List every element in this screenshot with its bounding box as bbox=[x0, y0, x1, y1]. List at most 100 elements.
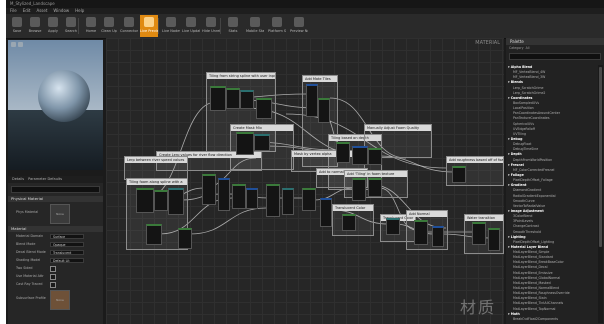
material-node[interactable] bbox=[240, 90, 254, 109]
material-node[interactable] bbox=[472, 222, 486, 245]
comment-title: Add Normal bbox=[407, 211, 447, 217]
material-graph[interactable]: MATERIAL 材质 Tiling from string spline wi… bbox=[106, 38, 504, 324]
browse-icon bbox=[30, 17, 40, 27]
toolbar-clean-up-button[interactable]: Clean Up bbox=[100, 15, 118, 37]
tab-parameter-defaults[interactable]: Parameter Defaults bbox=[28, 176, 62, 183]
palette-search-input[interactable] bbox=[509, 53, 601, 60]
clean-up-icon bbox=[104, 17, 114, 27]
toolbar-button-label: Connectors bbox=[120, 29, 138, 33]
toolbar-mobile-stats-button[interactable]: Mobile Stats bbox=[246, 15, 264, 37]
material-node[interactable] bbox=[136, 188, 154, 213]
property-row: Shading Model Default Lit bbox=[8, 256, 103, 264]
toolbar-stats-button[interactable]: Stats bbox=[224, 15, 242, 37]
material-node[interactable] bbox=[226, 88, 240, 109]
palette-scrollbar[interactable] bbox=[598, 65, 603, 323]
checkbox-label: Cast Ray Traced bbox=[16, 282, 43, 286]
graph-comment-box[interactable]: Lerp between river speed values bbox=[124, 156, 188, 180]
material-node[interactable] bbox=[432, 226, 444, 247]
toolbar-live-nodes-button[interactable]: Live Nodes bbox=[162, 15, 180, 37]
property-label: Shading Model bbox=[16, 258, 41, 262]
subsurface-thumbnail[interactable]: None bbox=[50, 290, 70, 310]
palette-category-select[interactable]: All bbox=[526, 46, 530, 50]
viewport-menu-icon[interactable] bbox=[11, 42, 16, 47]
toolbar-button-label: Apply bbox=[48, 29, 58, 33]
toolbar-live-preview-button[interactable]: Live Preview bbox=[140, 15, 158, 37]
material-node[interactable] bbox=[352, 146, 368, 165]
subsurface-label: Subsurface Profile bbox=[16, 296, 46, 300]
phys-material-thumbnail[interactable]: None bbox=[50, 204, 70, 224]
toolbar-apply-button[interactable]: Apply bbox=[44, 15, 62, 37]
phys-material-label: Phys Material bbox=[16, 210, 39, 214]
comment-title: Manually Adjust Foam Quality bbox=[365, 125, 431, 131]
palette-scroll-thumb[interactable] bbox=[599, 67, 602, 247]
property-dropdown[interactable]: Opaque bbox=[50, 241, 84, 247]
property-label: Material Domain bbox=[16, 234, 44, 238]
toolbar-separator bbox=[220, 18, 221, 34]
material-node[interactable] bbox=[320, 198, 332, 227]
material-node[interactable] bbox=[306, 84, 318, 117]
save-icon bbox=[12, 17, 22, 27]
material-node[interactable] bbox=[254, 134, 270, 151]
material-node[interactable] bbox=[352, 178, 366, 201]
material-node[interactable] bbox=[318, 98, 330, 123]
material-node[interactable] bbox=[282, 188, 294, 215]
material-node[interactable] bbox=[168, 188, 184, 215]
material-node[interactable] bbox=[368, 178, 382, 197]
toolbar-home-button[interactable]: Home bbox=[82, 15, 100, 37]
property-row: Material Domain Surface bbox=[8, 232, 103, 240]
toolbar-button-label: Live Update bbox=[182, 29, 200, 33]
material-node[interactable] bbox=[154, 190, 168, 211]
comment-title: Add Mate Tiles bbox=[303, 76, 337, 82]
apply-icon bbox=[48, 17, 58, 27]
material-node[interactable] bbox=[178, 228, 192, 249]
comment-title: Add 'Tiling' in foam texture bbox=[345, 171, 407, 177]
viewport-view-icon[interactable] bbox=[18, 42, 23, 47]
toolbar: Save Browse Apply Search Home Clean Up Connect… bbox=[6, 14, 604, 39]
property-dropdown[interactable]: Translucent bbox=[50, 249, 84, 255]
material-node[interactable] bbox=[146, 224, 162, 245]
checkbox-row: Two Sided bbox=[8, 264, 103, 272]
material-node[interactable] bbox=[336, 142, 350, 163]
toolbar-separator bbox=[158, 18, 159, 34]
material-node[interactable] bbox=[246, 188, 258, 209]
toolbar-connectors-button[interactable]: Connectors bbox=[120, 15, 138, 37]
material-node[interactable] bbox=[236, 132, 254, 155]
material-node[interactable] bbox=[202, 174, 216, 205]
preview-viewport[interactable] bbox=[8, 40, 103, 170]
watermark: 材质 bbox=[459, 298, 496, 317]
material-node[interactable] bbox=[302, 188, 316, 211]
live-nodes-icon bbox=[166, 17, 176, 27]
property-dropdown[interactable]: Default Lit bbox=[50, 257, 84, 263]
phys-material-row: Phys Material None bbox=[8, 202, 103, 224]
property-label: Decal Blend Mode bbox=[16, 250, 46, 254]
material-node[interactable] bbox=[342, 214, 356, 231]
toolbar-platform-stats-button[interactable]: Platform Stats bbox=[268, 15, 286, 37]
comment-title: Lerp between river speed values bbox=[125, 157, 187, 163]
palette-panel: Palette Category All ▾ Alpha Blend MF_Ver… bbox=[506, 38, 604, 324]
property-dropdown[interactable]: Surface bbox=[50, 233, 84, 239]
tab-details[interactable]: Details bbox=[12, 176, 24, 183]
material-node[interactable] bbox=[210, 86, 226, 111]
material-node[interactable] bbox=[488, 228, 500, 251]
toolbar-hide-unrelated-button[interactable]: Hide Unrelated bbox=[202, 15, 220, 37]
palette-item[interactable]: BreakOutFloat2Components bbox=[506, 317, 596, 322]
comment-title: Create Mask Mix bbox=[231, 125, 293, 131]
material-node[interactable] bbox=[452, 166, 466, 183]
material-node[interactable] bbox=[386, 218, 400, 235]
palette-tab[interactable]: Palette bbox=[506, 38, 604, 45]
toolbar-save-button[interactable]: Save bbox=[8, 15, 26, 37]
material-node[interactable] bbox=[414, 220, 428, 245]
checkbox-row: Cast Ray Traced bbox=[8, 280, 103, 288]
details-search-input[interactable] bbox=[11, 186, 100, 193]
toolbar-live-update-button[interactable]: Live Update bbox=[182, 15, 200, 37]
material-node[interactable] bbox=[266, 184, 280, 217]
toolbar-preview-node-button[interactable]: Preview Node bbox=[290, 15, 308, 37]
toolbar-browse-button[interactable]: Browse bbox=[26, 15, 44, 37]
toolbar-button-label: Clean Up bbox=[101, 29, 117, 33]
material-node[interactable] bbox=[256, 98, 272, 119]
material-node[interactable] bbox=[368, 148, 382, 165]
material-node[interactable] bbox=[232, 184, 246, 209]
material-node[interactable] bbox=[218, 178, 230, 211]
toolbar-button-label: Platform Stats bbox=[268, 29, 286, 33]
checkbox-label: Use Material Attr bbox=[16, 274, 44, 278]
